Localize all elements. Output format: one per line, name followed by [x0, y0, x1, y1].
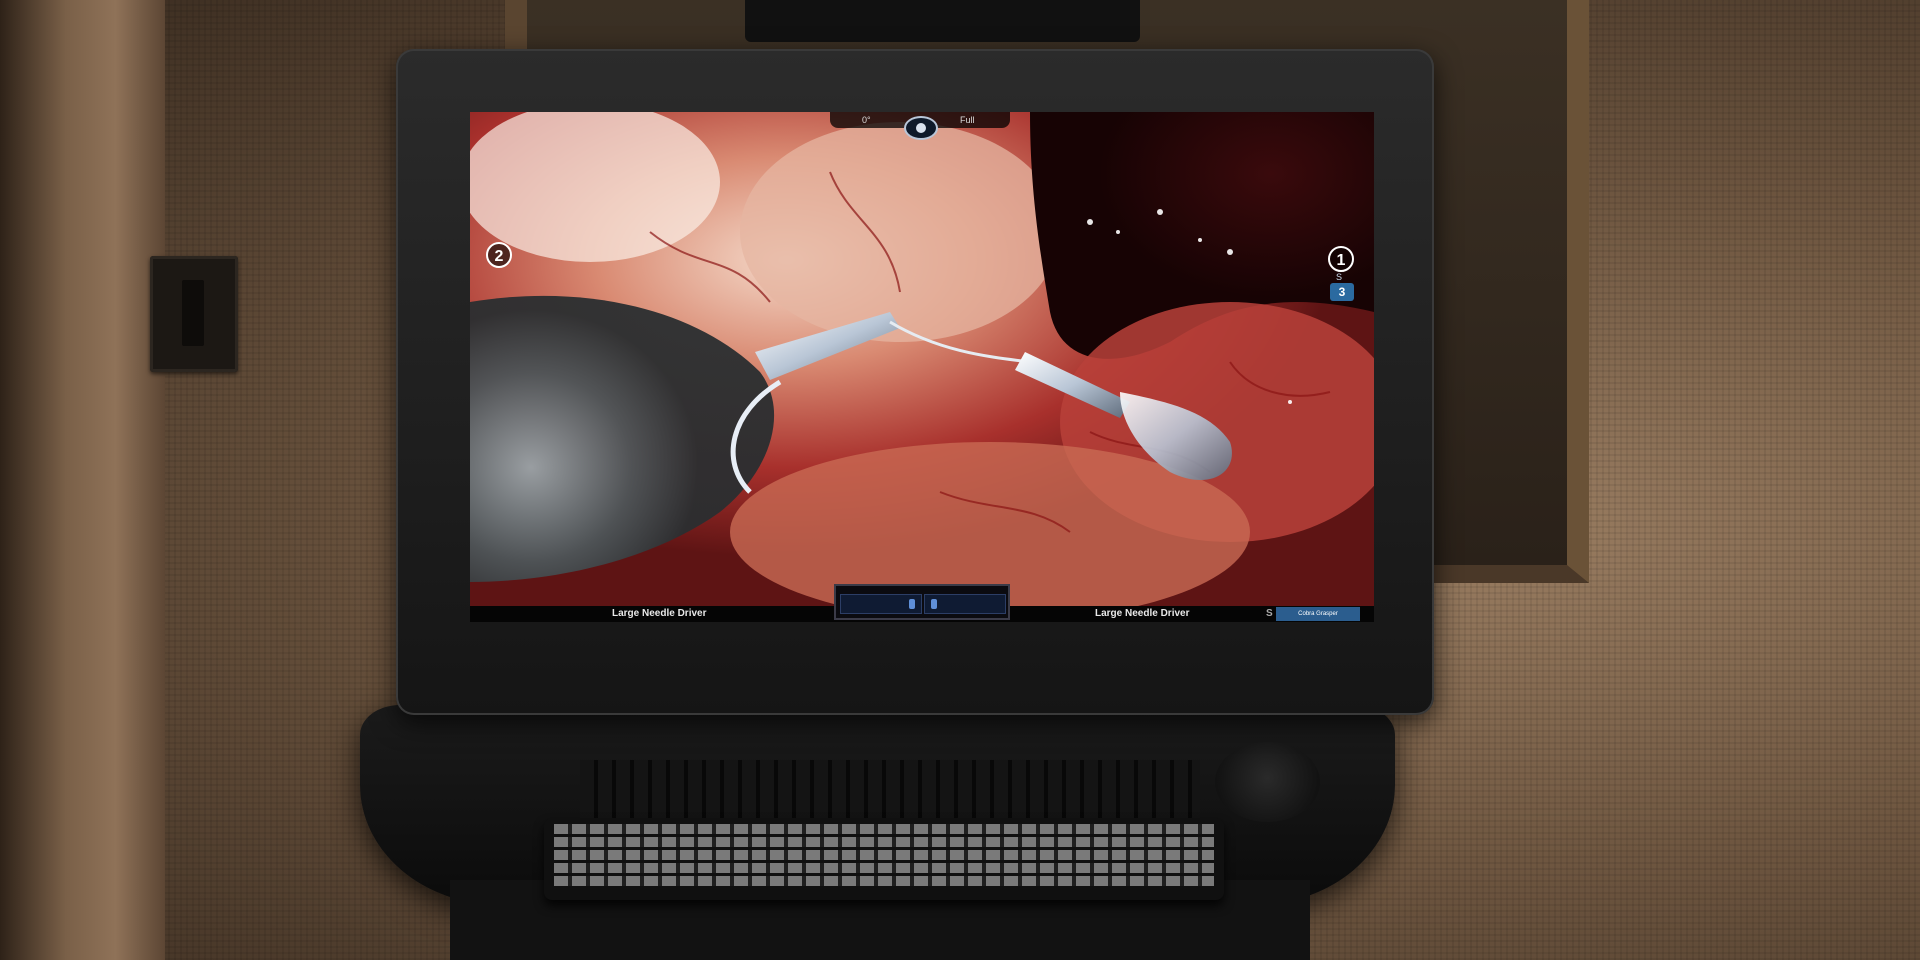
left-instrument-label: Large Needle Driver — [612, 608, 707, 619]
monitor-screen: 0° Full 2 1 S 3 Large Needle Driver Larg… — [470, 112, 1374, 622]
zoom-mode: Full — [960, 115, 975, 125]
arm-3-indicator: 3 — [1330, 283, 1354, 301]
arm-3-letter: S — [1336, 272, 1343, 282]
light-switch — [150, 256, 238, 372]
left-pedal-indicator — [840, 594, 922, 614]
endoscope-video — [470, 112, 1374, 606]
camera-angle: 0° — [862, 115, 871, 125]
door-frame — [0, 0, 165, 960]
right-pedal-dot — [931, 599, 937, 609]
camera-bracket — [745, 0, 1140, 42]
trackball[interactable] — [1215, 742, 1320, 822]
third-instrument-label: Cobra Grasper — [1276, 607, 1360, 621]
keyboard[interactable] — [544, 818, 1224, 900]
pedal-status-panel — [834, 584, 1010, 620]
left-pedal-dot — [909, 599, 915, 609]
camera-icon — [906, 118, 936, 138]
keyboard-keys[interactable] — [554, 824, 1214, 886]
keyboard-back-row — [580, 760, 1200, 818]
upper-tissue — [740, 122, 1060, 342]
third-arm-prefix: S — [1266, 608, 1273, 619]
right-instrument-label: Large Needle Driver — [1095, 608, 1190, 619]
light-switch-toggle — [182, 280, 204, 346]
arm-2-indicator: 2 — [486, 242, 512, 268]
arm-1-indicator: 1 — [1328, 246, 1354, 272]
right-pedal-indicator — [924, 594, 1006, 614]
